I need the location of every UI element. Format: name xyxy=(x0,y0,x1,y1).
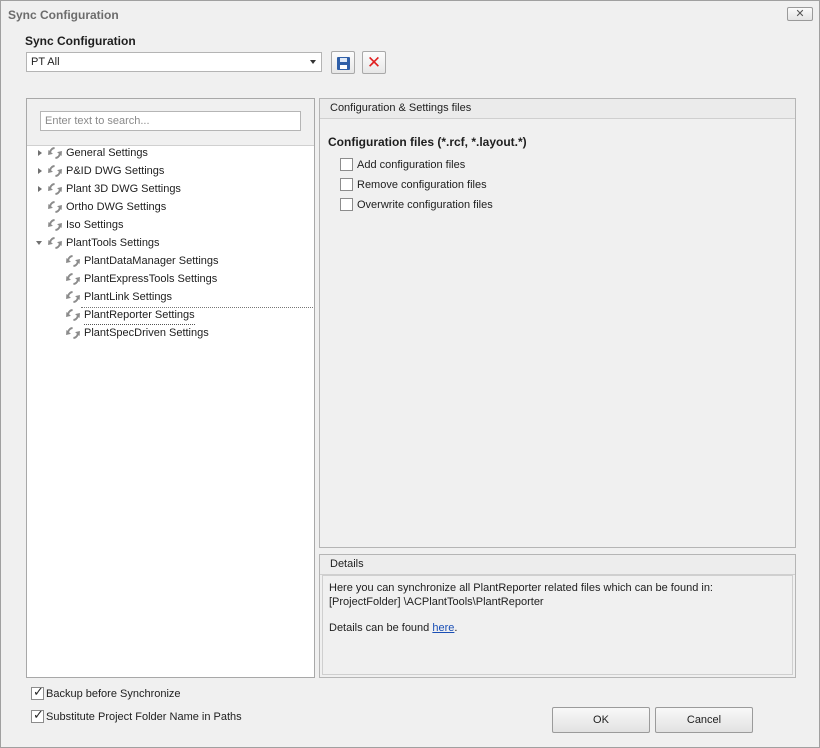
backup-checkbox[interactable]: ✓ xyxy=(31,684,44,700)
save-button[interactable] xyxy=(331,51,355,74)
backup-label: Backup before Synchronize xyxy=(46,688,181,700)
sync-icon xyxy=(64,306,82,324)
red-x-icon: ✕ xyxy=(366,53,382,72)
details-description: Here you can synchronize all PlantReport… xyxy=(329,582,713,594)
substitute-label: Substitute Project Folder Name in Paths xyxy=(46,711,242,723)
expand-arrow-icon[interactable] xyxy=(35,162,45,180)
tree-item-label: P&ID DWG Settings xyxy=(66,165,165,177)
checkmark-icon: ✓ xyxy=(33,707,44,722)
chevron-down-icon xyxy=(310,60,316,64)
sync-icon xyxy=(46,216,64,234)
details-here-link[interactable]: here xyxy=(432,622,454,634)
details-link-line: Details can be found here. xyxy=(329,622,457,634)
option-label: Remove configuration files xyxy=(357,179,487,191)
search-input[interactable] xyxy=(40,111,301,131)
substitute-checkbox[interactable]: ✓ xyxy=(31,707,44,723)
tree-item-label: PlantLink Settings xyxy=(84,291,173,303)
close-button[interactable]: ✕ xyxy=(787,7,813,21)
settings-tree-panel: General Settings P&ID DWG Settings Plant… xyxy=(26,98,315,678)
window-title: Sync Configuration xyxy=(8,8,119,22)
sync-icon xyxy=(46,180,64,198)
sync-icon xyxy=(46,162,64,180)
tree-item-label: PlantExpressTools Settings xyxy=(84,273,218,285)
title-bar: Sync Configuration ✕ xyxy=(1,1,819,27)
ok-button[interactable]: OK xyxy=(552,707,650,733)
tree-item-label: General Settings xyxy=(66,147,148,159)
sync-icon xyxy=(46,144,64,162)
details-link-prefix: Details can be found xyxy=(329,622,433,634)
search-area xyxy=(27,99,314,146)
sync-icon xyxy=(46,234,64,252)
settings-files-panel: Configuration & Settings files Configura… xyxy=(319,98,796,548)
configuration-files-title: Configuration files (*.rcf, *.layout.*) xyxy=(328,135,527,149)
floppy-disk-icon xyxy=(337,57,350,70)
tree-item-label: PlantSpecDriven Settings xyxy=(84,327,209,339)
tree-item-label: Ortho DWG Settings xyxy=(66,201,167,213)
cancel-button[interactable]: Cancel xyxy=(655,707,753,733)
sync-icon xyxy=(46,198,64,216)
details-link-suffix: . xyxy=(454,622,458,634)
details-panel: Details Here you can synchronize all Pla… xyxy=(319,554,796,678)
overwrite-configuration-files-checkbox[interactable] xyxy=(340,198,353,211)
sync-icon xyxy=(64,288,82,306)
tree-item-label: PlantTools Settings xyxy=(66,237,160,249)
collapse-arrow-icon[interactable] xyxy=(35,234,45,252)
option-label: Add configuration files xyxy=(357,159,466,171)
tree-item-label: PlantReporter Settings xyxy=(84,306,195,325)
settings-panel-title: Configuration & Settings files xyxy=(330,102,472,114)
option-label: Overwrite configuration files xyxy=(357,199,493,211)
details-body: Here you can synchronize all PlantReport… xyxy=(322,575,793,675)
sync-configuration-window: Sync Configuration ✕ Sync Configuration … xyxy=(0,0,820,748)
sync-icon xyxy=(64,270,82,288)
details-panel-title: Details xyxy=(330,558,364,570)
expand-arrow-icon[interactable] xyxy=(35,180,45,198)
details-panel-header: Details xyxy=(320,555,795,575)
details-path: [ProjectFolder] \ACPlantTools\PlantRepor… xyxy=(329,596,544,608)
close-icon: ✕ xyxy=(795,8,805,20)
sync-icon xyxy=(64,252,82,270)
remove-configuration-files-checkbox[interactable] xyxy=(340,178,353,191)
section-title: Sync Configuration xyxy=(25,34,136,48)
tree-item-label: PlantDataManager Settings xyxy=(84,255,219,267)
tree-item-label: Plant 3D DWG Settings xyxy=(66,183,181,195)
checkmark-icon: ✓ xyxy=(33,684,44,699)
delete-button[interactable]: ✕ xyxy=(362,51,386,74)
add-configuration-files-checkbox[interactable] xyxy=(340,158,353,171)
expand-arrow-icon[interactable] xyxy=(35,144,45,162)
settings-panel-header: Configuration & Settings files xyxy=(320,99,795,119)
configuration-select-value: PT All xyxy=(31,56,60,68)
sync-icon xyxy=(64,324,82,342)
configuration-select[interactable]: PT All xyxy=(26,52,322,72)
tree-item-label: Iso Settings xyxy=(66,219,124,231)
